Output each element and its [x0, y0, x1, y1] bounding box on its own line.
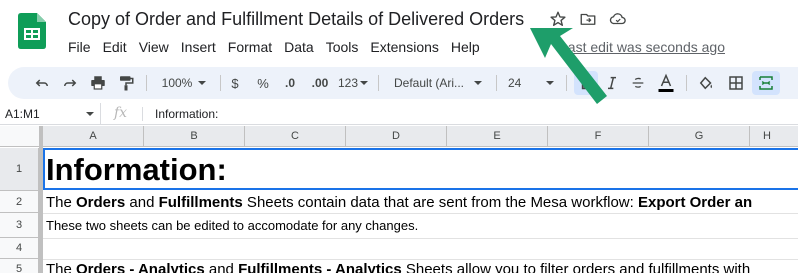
menu-help[interactable]: Help: [445, 37, 486, 57]
column-header-d[interactable]: D: [346, 126, 447, 146]
name-box-value: A1:M1: [5, 107, 40, 121]
row-header-3[interactable]: 3: [0, 213, 39, 238]
row-header-4[interactable]: 4: [0, 238, 39, 259]
cell-a2-bold-workflow: Export Order an: [637, 194, 753, 211]
cell-a5-bold-fulfillments-analytics: Fulfillments - Analytics: [238, 261, 402, 273]
fill-color-button[interactable]: [694, 71, 718, 95]
bold-button[interactable]: [574, 71, 598, 95]
column-header-e[interactable]: E: [447, 126, 548, 146]
menu-tools[interactable]: Tools: [320, 37, 365, 57]
cell-a2-text-1: The: [46, 194, 77, 211]
fx-icon: fx: [114, 105, 128, 121]
italic-icon: [608, 76, 616, 90]
print-icon: [91, 76, 105, 90]
increase-decimal-button[interactable]: .00: [308, 71, 332, 95]
undo-button[interactable]: [30, 71, 54, 95]
select-all-corner[interactable]: [0, 126, 43, 146]
redo-button[interactable]: [58, 71, 82, 95]
borders-button[interactable]: [724, 71, 748, 95]
font-family-select[interactable]: Default (Ari...: [388, 71, 488, 95]
column-header-h[interactable]: H: [750, 126, 798, 146]
column-header-c[interactable]: C: [245, 126, 346, 146]
row-header-5[interactable]: 5: [0, 259, 39, 273]
column-header-b[interactable]: B: [144, 126, 245, 146]
cell-a3[interactable]: These two sheets can be edited to accomo…: [46, 217, 418, 235]
currency-format-button[interactable]: $: [226, 71, 244, 95]
star-icon[interactable]: [549, 10, 567, 28]
merge-cells-icon: [759, 76, 773, 90]
last-edit-link[interactable]: Last edit was seconds ago: [560, 39, 725, 55]
more-formats-label: 123: [337, 76, 359, 90]
paint-format-button[interactable]: [114, 71, 138, 95]
more-formats-select[interactable]: 123: [336, 71, 370, 95]
zoom-value: 100%: [161, 76, 193, 90]
strikethrough-button[interactable]: [626, 71, 650, 95]
cloud-saved-icon[interactable]: [609, 10, 627, 28]
menu-bar: File Edit View Insert Format Data Tools …: [62, 37, 486, 57]
borders-icon: [729, 76, 743, 90]
cell-a2[interactable]: The Orders and Fulfillments Sheets conta…: [46, 193, 798, 213]
font-size-select[interactable]: 24: [502, 71, 560, 95]
decrease-decimal-button[interactable]: .0: [280, 71, 300, 95]
row-header-1[interactable]: 1: [0, 148, 39, 191]
menu-insert[interactable]: Insert: [175, 37, 222, 57]
chevron-down-icon: [86, 112, 94, 116]
formula-input[interactable]: Information:: [155, 103, 218, 125]
redo-icon: [64, 79, 77, 87]
italic-button[interactable]: [600, 71, 624, 95]
column-header-a[interactable]: A: [43, 126, 144, 146]
menu-edit[interactable]: Edit: [97, 37, 133, 57]
text-color-icon: [658, 73, 674, 92]
chevron-down-icon: [360, 81, 369, 85]
move-folder-icon[interactable]: [579, 10, 597, 28]
selected-range-a1-m1: [43, 148, 798, 190]
menu-file[interactable]: File: [62, 37, 97, 57]
chevron-down-icon: [198, 81, 207, 85]
cell-a2-bold-orders: Orders: [76, 194, 126, 211]
document-title[interactable]: Copy of Order and Fulfillment Details of…: [68, 9, 524, 30]
name-box[interactable]: A1:M1: [0, 103, 101, 125]
app-header: Copy of Order and Fulfillment Details of…: [0, 0, 798, 64]
bold-icon: [581, 76, 591, 90]
cell-a2-text-2: and: [125, 194, 159, 211]
percent-format-button[interactable]: %: [254, 71, 272, 95]
cell-a2-bold-fulfillments: Fulfillments: [158, 194, 243, 211]
cell-a5-text-3: Sheets allow you to filter orders and fu…: [401, 261, 751, 273]
formula-bar: A1:M1 fx Information:: [0, 103, 798, 125]
column-header-row: A B C D E F G H: [0, 126, 798, 147]
chevron-down-icon: [546, 81, 554, 85]
column-header-g[interactable]: G: [649, 126, 750, 146]
print-button[interactable]: [86, 71, 110, 95]
undo-icon: [35, 79, 48, 87]
font-size-value: 24: [508, 76, 522, 90]
menu-data[interactable]: Data: [278, 37, 320, 57]
paint-format-icon: [120, 76, 134, 91]
merge-cells-button[interactable]: [752, 71, 780, 95]
zoom-select[interactable]: 100%: [154, 71, 214, 95]
toolbar: 100% $ % .0 .00 123 Default (Ari... 24: [8, 67, 798, 99]
fill-color-icon: [699, 76, 712, 90]
sheets-logo-icon[interactable]: [18, 13, 46, 49]
cell-a5[interactable]: The Orders - Analytics and Fulfillments …: [46, 260, 798, 273]
column-header-f[interactable]: F: [548, 126, 649, 146]
strikethrough-icon: [632, 77, 644, 88]
menu-view[interactable]: View: [133, 37, 175, 57]
text-color-button[interactable]: [654, 71, 678, 95]
chevron-down-icon: [474, 81, 482, 85]
cell-a2-text-3: Sheets contain data that are sent from t…: [242, 194, 638, 211]
cell-a5-text-2: and: [204, 261, 239, 273]
cell-a5-text-1: The: [46, 261, 77, 273]
menu-format[interactable]: Format: [222, 37, 278, 57]
row-header-2[interactable]: 2: [0, 191, 39, 213]
cell-a5-bold-orders-analytics: Orders - Analytics: [76, 261, 205, 273]
menu-extensions[interactable]: Extensions: [364, 37, 444, 57]
font-family-value: Default (Ari...: [394, 76, 465, 90]
